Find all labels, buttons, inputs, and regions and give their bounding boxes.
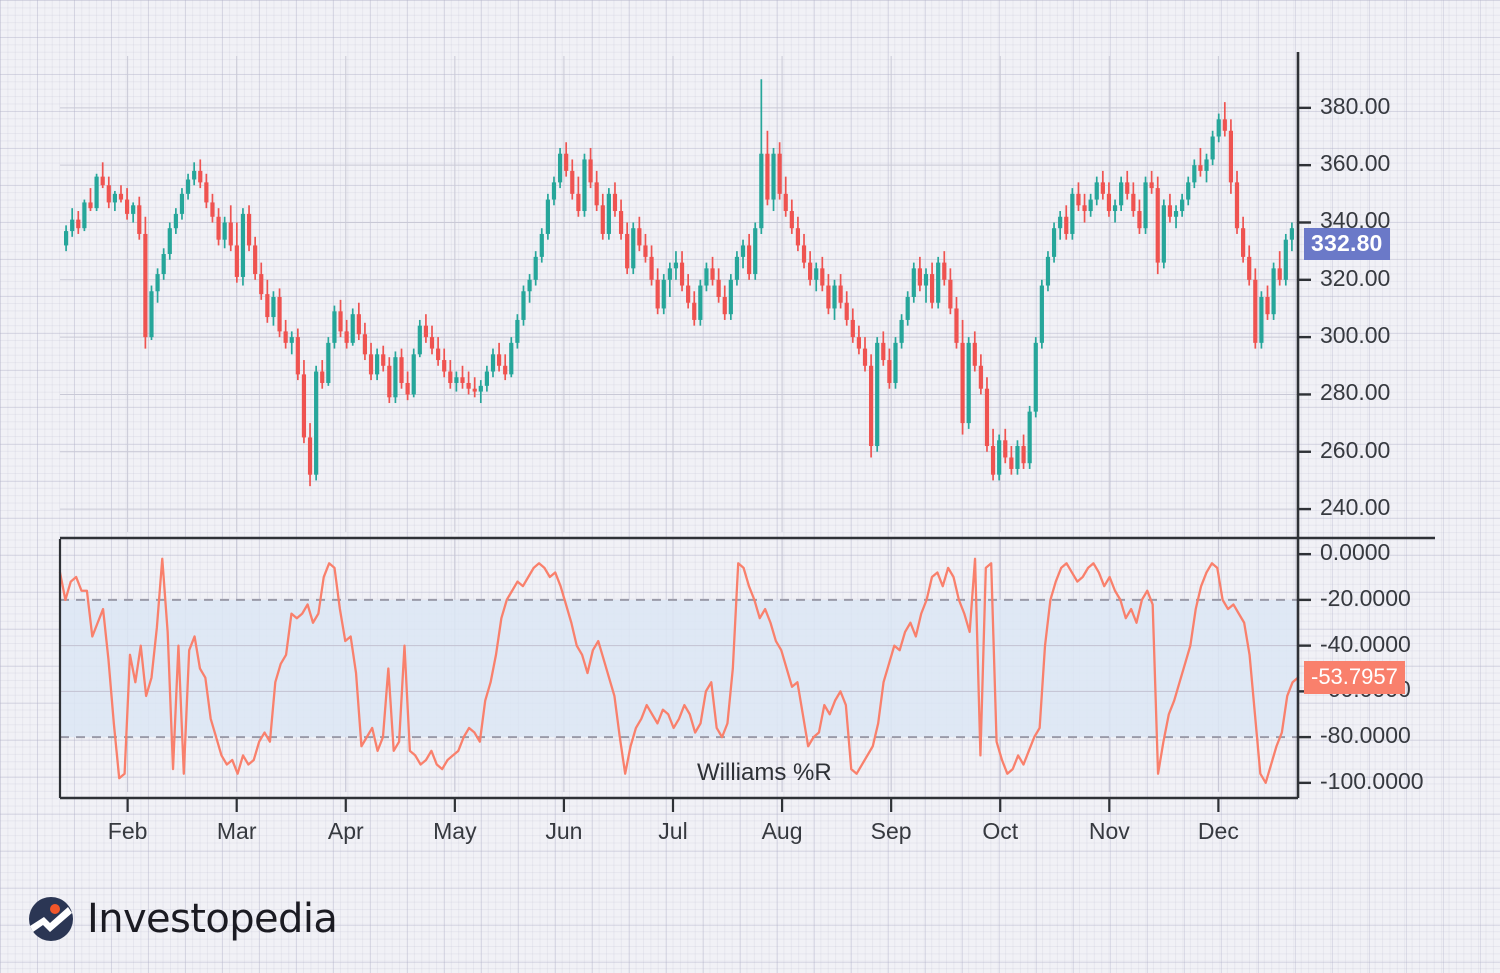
investopedia-logo: Investopedia [28, 896, 338, 942]
price-axis-tick-label: 280.00 [1320, 379, 1391, 406]
williams-r-axis-tick-label: -20.0000 [1320, 584, 1411, 611]
financial-chart: 380.00 360.00 340.00 320.00 300.00 280.00 260.… [0, 0, 1500, 973]
time-axis-month-label: Mar [216, 818, 257, 844]
williams-r-axis-tick-label: -80.0000 [1320, 722, 1411, 749]
time-axis-month-label: Oct [982, 818, 1019, 844]
price-axis-tick-label: 240.00 [1320, 494, 1391, 521]
investopedia-logo-text: Investopedia [87, 896, 338, 942]
investopedia-logo-icon [29, 897, 73, 941]
time-axis-month-label: Dec [1197, 818, 1239, 844]
price-axis-tick-label: 260.00 [1320, 436, 1391, 463]
williams-r-axis-tick-label: -100.0000 [1320, 767, 1424, 794]
time-axis-month-label: Nov [1088, 818, 1130, 844]
time-axis-month-label: Aug [761, 818, 803, 844]
time-axis-month-label: Jul [658, 818, 688, 844]
williams-r-axis-tick-label: -40.0000 [1320, 630, 1411, 657]
price-axis-tick-label: 300.00 [1320, 322, 1391, 349]
price-gridlines [60, 107, 1298, 510]
williams-r-axis-tick-label: 0.0000 [1320, 539, 1391, 566]
price-axis-tick-label: 360.00 [1320, 150, 1391, 177]
williams-r-last-value-tag: -53.7957 [1304, 661, 1405, 695]
price-axis-tick-label: 320.00 [1320, 264, 1391, 291]
price-axis-tick-label: 380.00 [1320, 92, 1391, 119]
time-axis-month-label: Sep [870, 818, 912, 844]
last-price-tag: 332.80 [1304, 228, 1390, 261]
time-axis-month-label: Apr [327, 818, 364, 844]
williams-r-title: Williams %R [697, 759, 832, 786]
time-axis-month-label: Feb [107, 818, 148, 844]
time-axis-month-label: Jun [545, 818, 583, 844]
time-axis-month-label: May [433, 818, 477, 844]
